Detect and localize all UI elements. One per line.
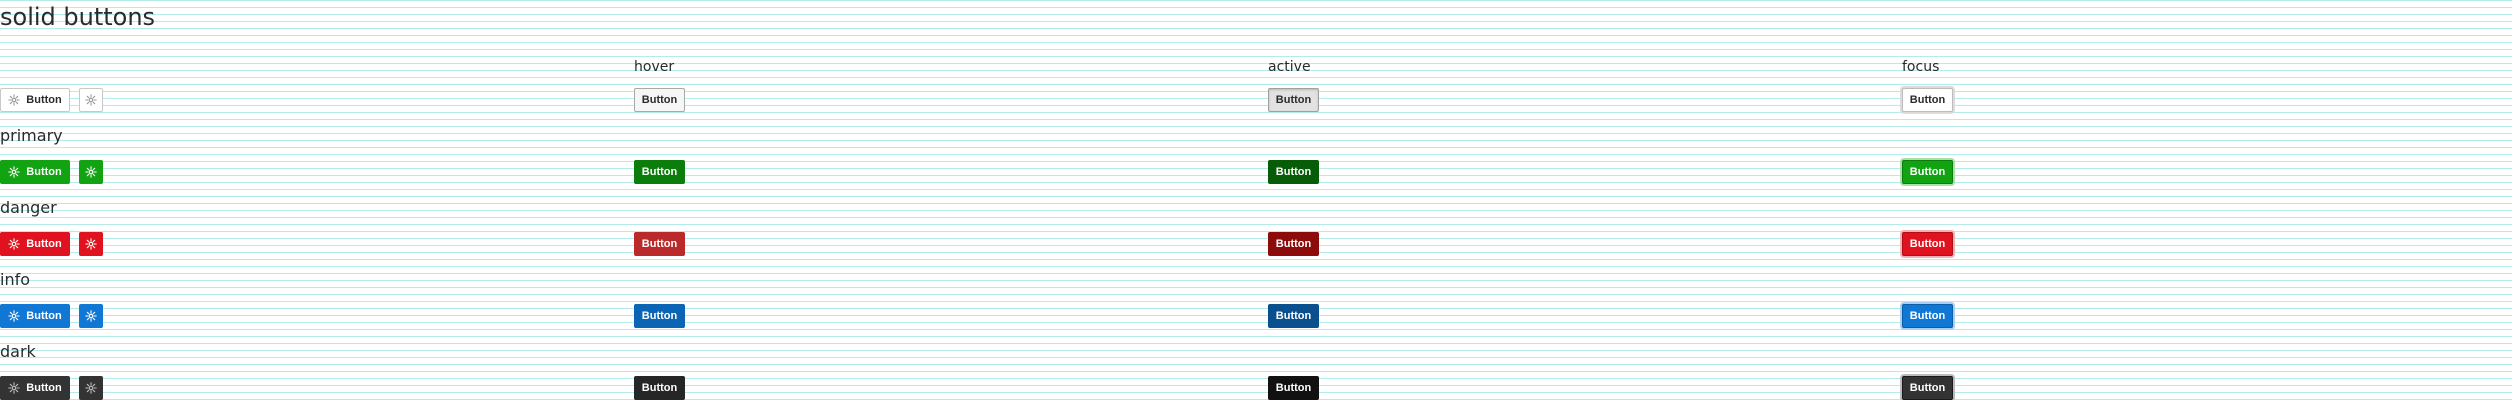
solid-icon-button[interactable]: Button (0, 88, 70, 112)
danger-button-focus[interactable]: Button (1902, 232, 1953, 256)
flower-icon (85, 382, 97, 394)
primary-icon-button[interactable]: Button (0, 160, 70, 184)
danger-button-hover[interactable]: Button (634, 232, 685, 256)
flower-icon (8, 166, 21, 178)
flower-icon (8, 382, 21, 394)
flower-icon (85, 238, 97, 250)
primary-icon-only-button[interactable] (79, 160, 103, 184)
page-title: solid buttons (0, 3, 156, 31)
section-title-primary: primary (0, 126, 63, 145)
info-button-hover[interactable]: Button (634, 304, 685, 328)
dark-button-focus[interactable]: Button (1902, 376, 1953, 400)
solid-button-hover[interactable]: Button (634, 88, 685, 112)
flower-icon (8, 94, 21, 106)
solid-button-focus[interactable]: Button (1902, 88, 1953, 112)
column-header-focus: focus (1902, 59, 1940, 75)
dark-icon-button[interactable]: Button (0, 376, 70, 400)
flower-icon (8, 238, 21, 250)
dark-icon-only-button[interactable] (79, 376, 103, 400)
flower-icon (8, 310, 21, 322)
dark-button-hover[interactable]: Button (634, 376, 685, 400)
flower-icon (85, 166, 97, 178)
primary-button-focus[interactable]: Button (1902, 160, 1953, 184)
solid-button-active[interactable]: Button (1268, 88, 1319, 112)
column-header-hover: hover (634, 59, 675, 75)
button-label: Button (26, 381, 62, 394)
dark-button-active[interactable]: Button (1268, 376, 1319, 400)
button-label: Button (26, 309, 62, 322)
section-title-danger: danger (0, 198, 57, 217)
primary-button-hover[interactable]: Button (634, 160, 685, 184)
danger-icon-button[interactable]: Button (0, 232, 70, 256)
button-label: Button (26, 93, 62, 106)
section-title-dark: dark (0, 342, 36, 361)
primary-button-active[interactable]: Button (1268, 160, 1319, 184)
info-button-focus[interactable]: Button (1902, 304, 1953, 328)
flower-icon (85, 94, 97, 106)
button-label: Button (26, 165, 62, 178)
solid-icon-only-button[interactable] (79, 88, 103, 112)
section-title-info: info (0, 270, 31, 289)
info-icon-only-button[interactable] (79, 304, 103, 328)
flower-icon (85, 310, 97, 322)
danger-icon-only-button[interactable] (79, 232, 103, 256)
info-icon-button[interactable]: Button (0, 304, 70, 328)
column-header-active: active (1268, 59, 1311, 75)
danger-button-active[interactable]: Button (1268, 232, 1319, 256)
info-button-active[interactable]: Button (1268, 304, 1319, 328)
button-label: Button (26, 237, 62, 250)
